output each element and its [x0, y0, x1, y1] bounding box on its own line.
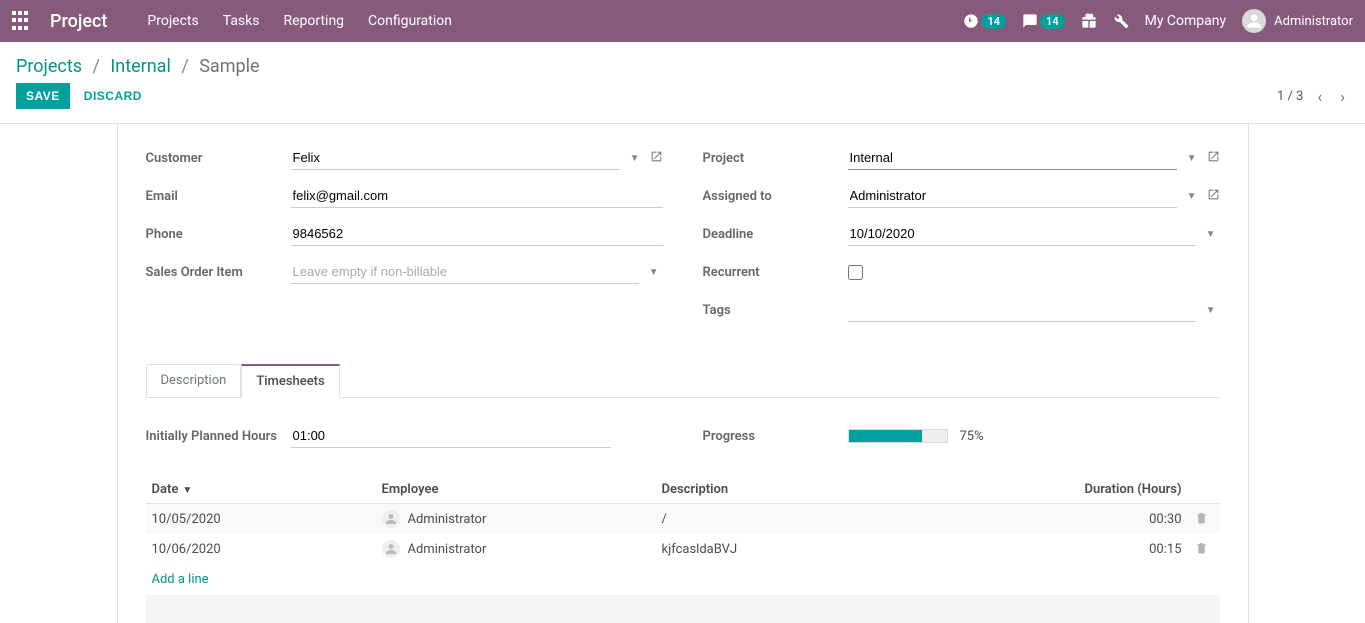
pager-text: 1 / 3: [1277, 89, 1303, 104]
delete-row-button[interactable]: [1195, 513, 1208, 528]
tags-field[interactable]: [848, 298, 1196, 322]
recurrent-checkbox[interactable]: [848, 265, 863, 280]
breadcrumb-current: Sample: [199, 56, 259, 77]
cell-date: 10/06/2020: [152, 542, 382, 557]
nav-projects[interactable]: Projects: [147, 13, 198, 29]
sort-caret-icon: ▼: [182, 485, 192, 496]
cell-duration: 00:30: [1050, 512, 1190, 527]
company-selector[interactable]: My Company: [1145, 13, 1227, 29]
tags-label: Tags: [703, 303, 848, 318]
user-name: Administrator: [1274, 14, 1353, 29]
table-row[interactable]: 10/06/2020 Administrator kjfcasldaBVJ 00…: [146, 534, 1220, 564]
project-external-link[interactable]: [1207, 150, 1220, 167]
pager-prev[interactable]: ‹: [1313, 87, 1326, 106]
tab-bar: Description Timesheets: [146, 364, 1220, 398]
project-field[interactable]: [848, 146, 1177, 170]
timesheets-panel: Initially Planned Hours Progress 75% Dat…: [146, 398, 1220, 623]
assigned-to-dropdown[interactable]: ▼: [1183, 191, 1201, 202]
cell-description: /: [662, 512, 1050, 527]
customer-label: Customer: [146, 151, 291, 166]
employee-avatar-icon: [382, 510, 400, 528]
messages-badge: 14: [1040, 14, 1065, 29]
breadcrumb: Projects / Internal / Sample: [16, 56, 260, 77]
gift-icon[interactable]: [1081, 13, 1097, 29]
sales-order-item-dropdown[interactable]: ▼: [645, 267, 663, 278]
customer-dropdown[interactable]: ▼: [626, 153, 644, 164]
phone-label: Phone: [146, 227, 291, 242]
cell-employee: Administrator: [382, 510, 662, 528]
table-footer-spacer: [146, 595, 1220, 623]
table-row[interactable]: 10/05/2020 Administrator / 00:30: [146, 504, 1220, 534]
cell-duration: 00:15: [1050, 542, 1190, 557]
action-bar: SAVE DISCARD 1 / 3 ‹ ›: [0, 83, 1365, 124]
form-right-column: Project ▼ Assigned to ▼: [703, 144, 1220, 334]
progress-bar: [848, 429, 948, 443]
form-scrollarea[interactable]: Customer ▼ Email Phone: [0, 124, 1365, 623]
email-field[interactable]: [291, 184, 663, 208]
assigned-to-external-link[interactable]: [1207, 188, 1220, 205]
deadline-field[interactable]: [848, 222, 1196, 246]
discard-button[interactable]: DISCARD: [84, 89, 142, 103]
phone-field[interactable]: [291, 222, 663, 246]
top-navbar: Project Projects Tasks Reporting Configu…: [0, 0, 1365, 42]
progress-bar-fill: [849, 430, 923, 442]
project-dropdown[interactable]: ▼: [1183, 153, 1201, 164]
cell-description: kjfcasldaBVJ: [662, 542, 1050, 557]
nav-reporting[interactable]: Reporting: [283, 13, 344, 29]
wrench-icon[interactable]: [1113, 13, 1129, 29]
user-menu[interactable]: Administrator: [1242, 9, 1353, 33]
brand-title: Project: [50, 11, 107, 32]
apps-icon[interactable]: [12, 11, 32, 31]
progress-text: 75%: [960, 429, 984, 444]
planned-hours-label: Initially Planned Hours: [146, 429, 291, 444]
clock-icon: [963, 13, 979, 29]
recurrent-label: Recurrent: [703, 265, 848, 280]
customer-external-link[interactable]: [650, 150, 663, 167]
breadcrumb-bar: Projects / Internal / Sample: [0, 42, 1365, 83]
cell-employee: Administrator: [382, 540, 662, 558]
nav-tasks[interactable]: Tasks: [223, 13, 260, 29]
tags-dropdown[interactable]: ▼: [1202, 305, 1220, 316]
assigned-to-label: Assigned to: [703, 189, 848, 204]
nav-menu: Projects Tasks Reporting Configuration: [147, 13, 452, 29]
pager: 1 / 3 ‹ ›: [1277, 87, 1349, 106]
delete-row-button[interactable]: [1195, 543, 1208, 558]
tab-timesheets[interactable]: Timesheets: [241, 364, 339, 398]
chat-icon: [1022, 13, 1038, 29]
form-left-column: Customer ▼ Email Phone: [146, 144, 663, 334]
cell-date: 10/05/2020: [152, 512, 382, 527]
header-employee[interactable]: Employee: [382, 482, 662, 497]
pager-next[interactable]: ›: [1336, 87, 1349, 106]
timesheet-header: Date▼ Employee Description Duration (Hou…: [146, 476, 1220, 504]
customer-field[interactable]: [291, 146, 620, 170]
header-duration[interactable]: Duration (Hours): [1050, 482, 1190, 497]
avatar-icon: [1242, 9, 1266, 33]
sales-order-item-label: Sales Order Item: [146, 265, 291, 280]
messages-indicator[interactable]: 14: [1022, 13, 1065, 29]
progress-label: Progress: [703, 429, 848, 444]
add-line-button[interactable]: Add a line: [146, 564, 1220, 595]
project-label: Project: [703, 151, 848, 166]
employee-avatar-icon: [382, 540, 400, 558]
planned-hours-field[interactable]: [291, 424, 611, 448]
form-sheet: Customer ▼ Email Phone: [117, 124, 1249, 623]
assigned-to-field[interactable]: [848, 184, 1177, 208]
deadline-dropdown[interactable]: ▼: [1202, 229, 1220, 240]
header-date[interactable]: Date▼: [152, 482, 382, 497]
tab-description[interactable]: Description: [146, 364, 242, 398]
timesheet-table: Date▼ Employee Description Duration (Hou…: [146, 476, 1220, 623]
header-description[interactable]: Description: [662, 482, 1050, 497]
activity-badge: 14: [981, 14, 1006, 29]
nav-configuration[interactable]: Configuration: [368, 13, 452, 29]
deadline-label: Deadline: [703, 227, 848, 242]
activity-indicator[interactable]: 14: [963, 13, 1006, 29]
save-button[interactable]: SAVE: [16, 83, 70, 109]
sales-order-item-field[interactable]: [291, 260, 639, 284]
breadcrumb-projects[interactable]: Projects: [16, 56, 82, 77]
email-label: Email: [146, 189, 291, 204]
breadcrumb-internal[interactable]: Internal: [110, 56, 170, 77]
